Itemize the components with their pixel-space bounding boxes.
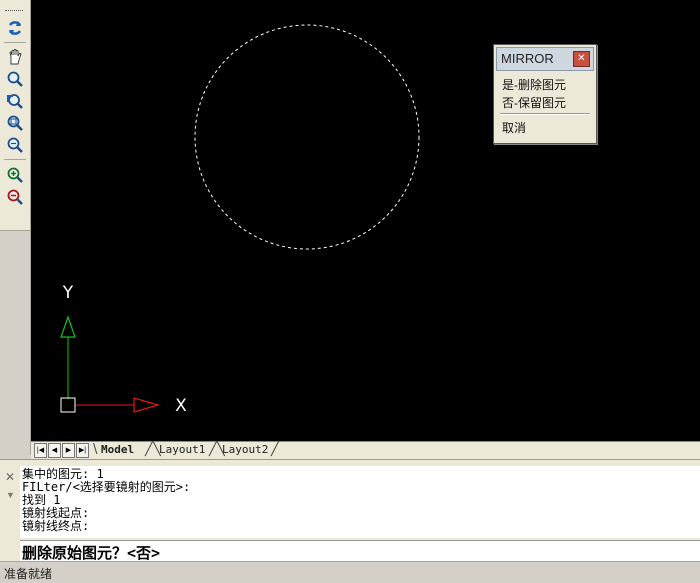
zoom-out-icon[interactable]: [5, 187, 25, 207]
status-bar: 准备就绪: [0, 561, 700, 583]
zoom-realtime-icon[interactable]: [5, 69, 25, 89]
zoom-in-icon[interactable]: [5, 165, 25, 185]
tab-model[interactable]: Model: [101, 442, 134, 457]
selected-circle[interactable]: [194, 24, 420, 250]
redraw-icon[interactable]: [5, 18, 25, 38]
view-toolbar: [0, 0, 31, 456]
previous-tab-button[interactable]: ◀: [48, 443, 61, 458]
first-tab-button[interactable]: |◀: [34, 443, 47, 458]
layout-tab-strip: |◀ ◀ ▶ ▶| \ Model ╱╲ Layout1 ╱╲ Layout2 …: [31, 441, 700, 459]
menu-item-delete[interactable]: 是-删除图元: [502, 76, 566, 93]
command-prompt: 删除原始图元？<否>: [22, 544, 161, 562]
zoom-window-icon[interactable]: [5, 113, 25, 133]
history-line: 镜射线终点:: [22, 519, 90, 533]
ucs-y-label: Y: [62, 283, 74, 303]
drawing-canvas[interactable]: Y X MIRROR ✕ 是-删除图元 否-保留图元 取消: [31, 0, 700, 441]
command-history[interactable]: 集中的图元: 1 FILter/<选择要镜射的图元>: 找到 1 镜射线起点: …: [20, 466, 700, 538]
menu-divider: [500, 113, 590, 115]
pan-hand-icon[interactable]: [5, 47, 25, 67]
tab-separator: ╱: [271, 442, 279, 457]
tab-layout2[interactable]: Layout2: [222, 442, 268, 457]
tab-separator: \: [93, 442, 98, 457]
close-icon[interactable]: ✕: [5, 470, 15, 484]
zoom-extents-icon[interactable]: [5, 135, 25, 155]
tab-layout1[interactable]: Layout1: [159, 442, 205, 457]
next-tab-button[interactable]: ▶: [62, 443, 75, 458]
close-icon[interactable]: ✕: [573, 51, 590, 67]
toolbar-divider: [4, 42, 26, 43]
toolbar-empty-area: [0, 230, 30, 456]
ucs-x-label: X: [175, 396, 187, 416]
ucs-icon: Y X: [60, 283, 187, 416]
last-tab-button[interactable]: ▶|: [76, 443, 89, 458]
menu-item-keep[interactable]: 否-保留图元: [502, 94, 566, 111]
toolbar-divider: [4, 159, 26, 160]
mirror-menu-title: MIRROR: [501, 51, 554, 66]
command-window-handle[interactable]: ✕ ▼: [0, 460, 20, 561]
mirror-menu-titlebar[interactable]: MIRROR ✕: [496, 47, 594, 71]
command-window: ✕ ▼ 集中的图元: 1 FILter/<选择要镜射的图元>: 找到 1 镜射线…: [0, 459, 700, 562]
command-input[interactable]: 删除原始图元？<否>: [20, 540, 700, 562]
mirror-context-menu: MIRROR ✕ 是-删除图元 否-保留图元 取消: [493, 44, 597, 144]
zoom-previous-icon[interactable]: [5, 91, 25, 111]
collapse-arrow-icon[interactable]: ▼: [6, 490, 15, 500]
menu-item-cancel[interactable]: 取消: [502, 119, 526, 136]
toolbar-grip[interactable]: [5, 10, 23, 11]
status-text: 准备就绪: [4, 567, 53, 581]
